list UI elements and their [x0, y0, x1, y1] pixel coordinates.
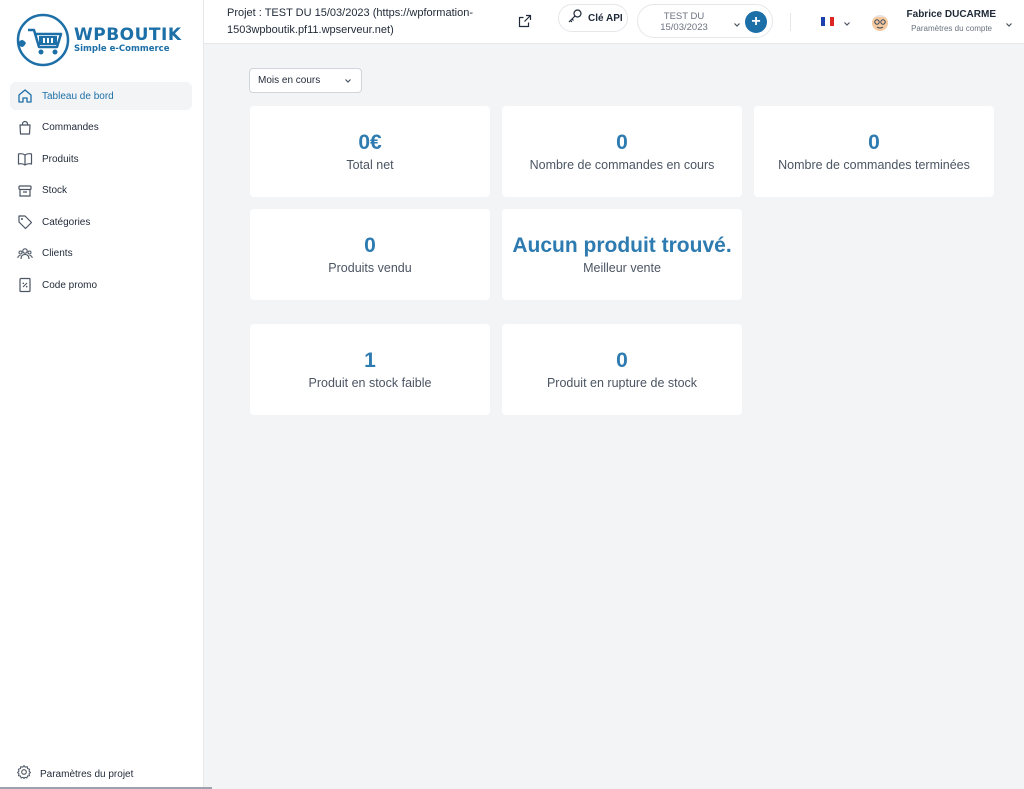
sidebar-item-orders[interactable]: Commandes: [10, 114, 192, 142]
sidebar-item-label: Catégories: [42, 216, 91, 228]
sidebar: WPBOUTIK Simple e-Commerce Tableau de bo…: [0, 0, 204, 789]
stat-value: 0: [616, 349, 628, 372]
key-icon: [567, 8, 583, 29]
stat-card-low-stock: 1 Produit en stock faible: [250, 324, 490, 415]
stat-card-total-net: 0€ Total net: [250, 106, 490, 197]
sidebar-item-label: Code promo: [42, 279, 98, 291]
brand-subtitle: Simple e-Commerce: [74, 44, 170, 54]
sidebar-item-clients[interactable]: Clients: [10, 240, 192, 268]
project-title-line2: 1503wpboutik.pf11.wpserveur.net): [227, 24, 394, 36]
stat-caption: Produits vendu: [328, 261, 412, 275]
add-project-button[interactable]: +: [745, 11, 767, 33]
home-icon: [16, 87, 34, 105]
sidebar-item-label: Produits: [42, 153, 79, 165]
stat-caption: Produit en stock faible: [308, 376, 432, 390]
user-name[interactable]: Fabrice DUCARME: [904, 9, 996, 20]
gear-icon: [16, 764, 32, 785]
account-settings-link[interactable]: Paramètres du compte: [904, 24, 992, 33]
stat-value: 0€: [358, 131, 382, 154]
stat-value: 1: [364, 349, 376, 372]
tag-icon: [16, 213, 34, 231]
sidebar-item-label: Stock: [42, 185, 68, 196]
stat-value: 0: [364, 234, 376, 257]
stat-value: 0: [616, 131, 628, 154]
coupon-icon: [16, 276, 34, 294]
sidebar-item-promo-code[interactable]: Code promo: [10, 271, 192, 299]
chevron-down-icon: [732, 17, 742, 27]
chevron-down-icon[interactable]: [1004, 17, 1014, 27]
stat-card-orders-in-progress: 0 Nombre de commandes en cours: [502, 106, 742, 197]
stat-card-products-sold: 0 Produits vendu: [250, 209, 490, 300]
chevron-down-icon: [343, 76, 353, 86]
stat-caption: Total net: [346, 158, 394, 172]
external-link-icon[interactable]: [518, 14, 532, 28]
sidebar-item-project-settings[interactable]: Paramètres du projet: [16, 764, 133, 785]
api-key-button[interactable]: Clé API: [558, 4, 628, 32]
period-select[interactable]: Mois en cours: [249, 68, 362, 93]
stat-caption: Produit en rupture de stock: [546, 376, 698, 390]
project-selector-value: TEST DU 15/03/2023: [652, 11, 716, 33]
brand-title: WPBOUTIK: [74, 25, 182, 45]
sidebar-item-categories[interactable]: Catégories: [10, 208, 192, 236]
stat-caption: Meilleur vente: [583, 261, 661, 275]
logo[interactable]: WPBOUTIK Simple e-Commerce: [14, 12, 181, 68]
top-header: Projet : TEST DU 15/03/2023 (https://wpf…: [204, 0, 1024, 44]
sidebar-item-products[interactable]: Produits: [10, 145, 192, 173]
users-icon: [16, 245, 34, 263]
book-icon: [16, 150, 34, 168]
stat-card-out-of-stock: 0 Produit en rupture de stock: [502, 324, 742, 415]
avatar[interactable]: [868, 10, 892, 34]
stat-value: Aucun produit trouvé.: [512, 234, 732, 257]
box-icon: [16, 182, 34, 200]
sidebar-item-label: Commandes: [42, 122, 99, 133]
divider: [790, 13, 791, 31]
stat-value: 0: [868, 131, 880, 154]
sidebar-item-dashboard[interactable]: Tableau de bord: [10, 82, 192, 110]
stat-caption: Nombre de commandes en cours: [529, 158, 715, 172]
stat-caption: Nombre de commandes terminées: [778, 158, 970, 172]
stat-card-orders-completed: 0 Nombre de commandes terminées: [754, 106, 994, 197]
sidebar-item-stock[interactable]: Stock: [10, 177, 192, 205]
cart-logo-icon: [14, 13, 70, 67]
shopping-bag-icon: [16, 119, 34, 137]
project-title-line1: Projet : TEST DU 15/03/2023 (https://wpf…: [227, 7, 473, 19]
french-flag-icon[interactable]: [821, 17, 834, 26]
sidebar-nav: Tableau de bord Commandes Produits Stock…: [10, 82, 192, 303]
api-key-label: Clé API: [588, 12, 623, 24]
project-settings-label: Paramètres du projet: [40, 769, 134, 780]
period-value: Mois en cours: [258, 75, 321, 86]
chevron-down-icon[interactable]: [842, 16, 852, 26]
project-selector-line2: 15/03/2023: [660, 22, 708, 33]
sidebar-item-label: Clients: [42, 248, 73, 259]
stat-card-best-seller: Aucun produit trouvé. Meilleur vente: [502, 209, 742, 300]
sidebar-item-label: Tableau de bord: [42, 90, 114, 102]
project-title: Projet : TEST DU 15/03/2023 (https://wpf…: [227, 5, 507, 39]
project-selector-line1: TEST DU: [663, 11, 705, 22]
